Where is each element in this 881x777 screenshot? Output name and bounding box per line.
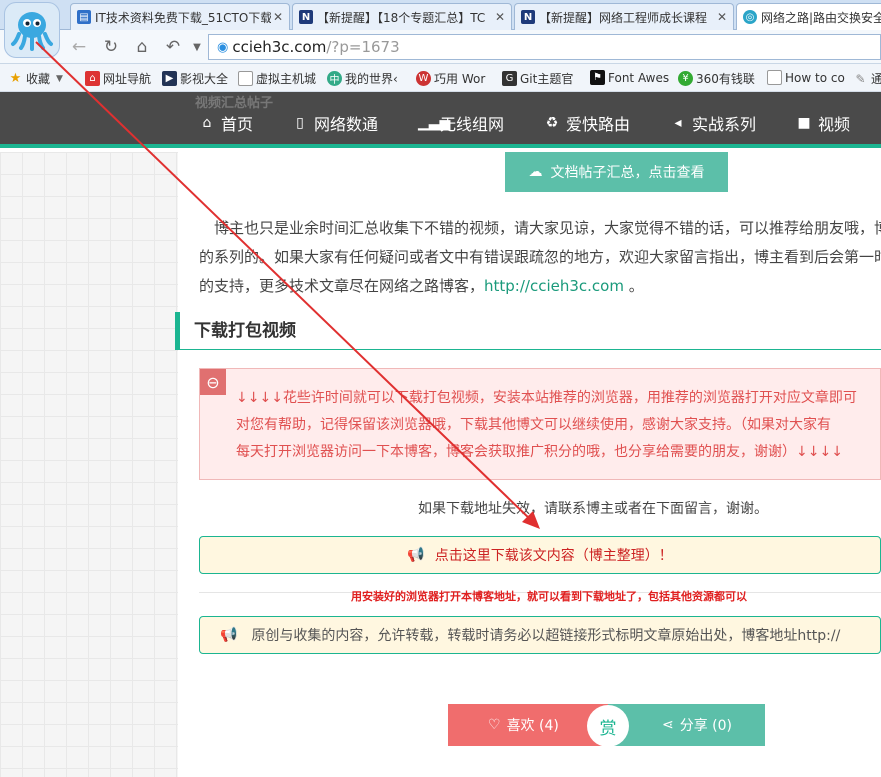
git-icon: G [502,71,517,86]
bookmarks-bar: ★ 收藏 ▼ ⌂ 网址导航 ▶ 影视大全 虚拟主机城 中我的世界‹ W 巧用 Wor GG… [0,64,881,92]
n-favicon-icon: N [521,10,535,24]
alert-box: ⊖ ↓↓↓↓花些许时间就可以下载打包视频，安装本站推荐的浏览器，用推荐的浏览器打… [199,368,881,480]
chevron-down-icon[interactable]: ▼ [186,36,208,58]
bookmark-word[interactable]: W 巧用 Wor [416,70,485,87]
alert-line: ↓↓↓↓花些许时间就可以下载打包视频，安装本站推荐的浏览器，用推荐的浏览器打开对… [236,390,857,406]
nav-network[interactable]: ▯ 网络数通 [292,111,378,135]
megaphone-icon: 📢 [407,547,425,563]
tab-close-icon[interactable]: ✕ [715,10,729,24]
address-host: ccieh3c.com [232,38,327,56]
film-icon: ▶ [162,71,177,86]
heart-icon: ♡ [488,717,501,733]
tab-close-icon[interactable]: ✕ [493,10,507,24]
intro-line: 的支持，更多技术文章尽在网络之路博客， [199,277,485,295]
home-icon: ⌂ [85,71,100,86]
page-favicon-icon: ▤ [77,10,91,24]
download-link[interactable]: 点击这里下载该文内容（博主整理）！ [435,545,673,565]
bookmark-360[interactable]: ¥360有钱联 [678,70,755,87]
flag-icon: ⚑ [590,70,605,85]
nav-practice[interactable]: ◂ 实战系列 [670,111,756,135]
browser-logo-icon[interactable] [4,2,60,58]
download-link-box[interactable]: 📢 点击这里下载该文内容（博主整理）！ [199,536,881,574]
tab-ccieh3c[interactable]: ◎ 网络之路|路由交换安全 [736,3,881,30]
bookmark-world[interactable]: 中我的世界‹ [327,70,398,87]
bookmark-host[interactable]: 虚拟主机城 [238,70,316,87]
address-path: /?p=1673 [326,38,400,56]
recycle-icon: ♻ [545,115,559,131]
bookmark-git[interactable]: G Git主题官 [502,70,573,87]
bookmark-favorites[interactable]: ★ 收藏 ▼ [8,70,63,87]
blog-link[interactable]: http://ccieh3c.com [484,277,624,295]
site-nav-bar: 视频汇总帖子 ⌂ 首页 ▯ 网络数通 ▁▃▅ 无线组网 ♻ 爱快路由 ◂ 实战系列 ■ 视频 [0,92,881,148]
section-title: 下载打包视频 [175,312,881,350]
nav-ikuai[interactable]: ♻ 爱快路由 [544,111,630,135]
megaphone-icon: 📢 [220,627,238,643]
word-icon: W [416,71,431,86]
ghost-heading: 视频汇总帖子 [195,96,274,111]
home-icon[interactable]: ⌂ [131,36,153,58]
n-favicon-icon: N [299,10,313,24]
browser-hint-note: 用安装好的浏览器打开本博客地址，就可以看到下载地址了，包括其他资源都可以 [351,590,747,603]
alert-line: 对您有帮助，记得保留该浏览器哦，下载其他博文可以继续使用，感谢大家支持。（如果对… [236,417,831,433]
signal-icon: ▁▃▅ [418,115,451,131]
bookmark-fontawesome[interactable]: ⚑ Font Awes [590,70,669,85]
globe-favicon-icon: ◎ [743,10,757,24]
file-icon: ▯ [296,115,304,131]
globe-icon: 中 [327,71,342,86]
tab-title: 网络之路|路由交换安全 [761,10,881,25]
star-icon: ★ [9,71,22,86]
tab-network-engineer[interactable]: N 【新提醒】网络工程师成长课程 ✕ [514,3,734,30]
video-icon: ■ [797,115,811,131]
tab-title: IT技术资料免费下载_51CTO下载 [95,10,271,25]
back-arrow-icon[interactable]: ← [68,36,90,58]
page-icon [238,71,253,86]
share-button[interactable]: ⋖ 分享 (0) [608,704,765,746]
cloud-download-icon: ☁ [528,164,543,180]
tab-51cto[interactable]: ▤ IT技术资料免费下载_51CTO下载 ✕ [70,3,290,30]
like-button[interactable]: ♡ 喜欢 (4) [448,704,608,746]
browser-tab-bar: ▤ IT技术资料免费下载_51CTO下载 ✕ N 【新提醒】【18个专题汇总】T… [0,0,881,30]
tab-close-icon[interactable]: ✕ [271,10,285,24]
address-bar[interactable]: ◉ ccieh3c.com/?p=1673 [208,34,881,60]
tab-title: 【新提醒】网络工程师成长课程 [539,10,708,25]
sidebar-background [0,152,178,777]
bookmark-howto[interactable]: How to co [767,70,845,85]
reward-button[interactable]: 赏 [587,705,629,747]
share-icon: ◂ [674,115,682,131]
bookmark-more[interactable]: ✎ 通 [853,70,881,87]
intro-line: 的系列的。如果大家有任何疑问或者文中有错误跟疏忽的地方，欢迎大家留言指出，博主看… [199,248,881,266]
copyright-notice: 📢 原创与收集的内容，允许转载，转载时请务必以超链接形式标明文章原始出处，博客地… [199,616,881,654]
bookmark-video[interactable]: ▶ 影视大全 [162,70,228,87]
nav-home[interactable]: ⌂ 首页 [199,111,253,135]
share-icon: ⋖ [662,717,674,733]
download-failure-note: 如果下载地址失效，请联系博主或者在下面留言，谢谢。 [418,501,768,517]
tab-tc-topics[interactable]: N 【新提醒】【18个专题汇总】TC ✕ [292,3,512,30]
browser-nav-bar: ← ↻ ⌂ ↶ ▼ ◉ ccieh3c.com/?p=1673 [0,30,881,64]
nav-wireless[interactable]: ▁▃▅ 无线组网 [418,111,504,135]
chevron-down-icon: ▼ [56,73,63,84]
minus-circle-icon: ⊖ [200,369,226,395]
undo-icon[interactable]: ↶ [162,36,184,58]
link-icon: ✎ [855,71,866,86]
secure-site-icon: ◉ [217,39,229,55]
nav-video[interactable]: ■ 视频 [796,111,850,135]
intro-line: 博主也只是业余时间汇总收集下不错的视频，请大家见谅，大家觉得不错的话，可以推荐给… [199,219,881,237]
intro-paragraph: 博主也只是业余时间汇总收集下不错的视频，请大家见谅，大家觉得不错的话，可以推荐给… [199,214,881,301]
doc-summary-button[interactable]: ☁ 文档帖子汇总，点击查看 [505,152,728,192]
home-icon: ⌂ [202,115,212,131]
page-icon [767,70,782,85]
coin-icon: ¥ [678,71,693,86]
bookmark-nav[interactable]: ⌂ 网址导航 [85,70,151,87]
alert-line: 每天打开浏览器访问一下本博客，博客会获取推广积分的哦，也分享给需要的朋友，谢谢）… [236,444,843,460]
reload-icon[interactable]: ↻ [100,36,122,58]
tab-title: 【新提醒】【18个专题汇总】TC [317,10,486,25]
